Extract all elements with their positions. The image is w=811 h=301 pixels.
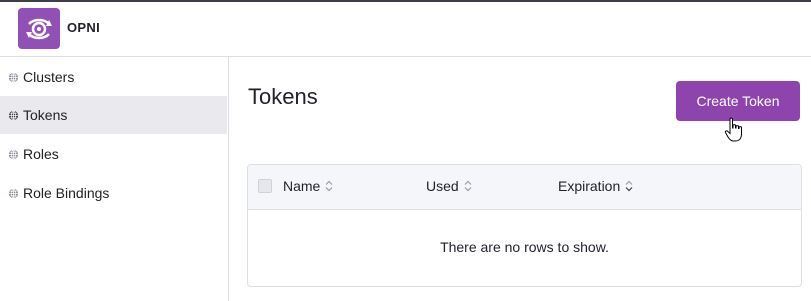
globe-icon [8, 149, 19, 159]
globe-icon [8, 72, 19, 82]
hand-pointer-icon [724, 117, 742, 142]
column-header-expiration[interactable]: Expiration [558, 178, 633, 194]
sidebar-item-tokens[interactable]: Tokens [0, 96, 227, 134]
sort-icon [625, 180, 633, 192]
sort-icon [464, 180, 472, 192]
brand-name: OPNI [67, 20, 100, 35]
globe-icon [8, 188, 19, 198]
tokens-table: Name Used Expiration There are no rows t… [247, 164, 802, 287]
sidebar-item-label: Clusters [23, 69, 75, 85]
eye-sync-logo-icon [26, 18, 52, 39]
create-token-button[interactable]: Create Token [676, 81, 800, 121]
app-logo[interactable] [18, 8, 60, 49]
sidebar: Clusters Tokens Roles Role Bindings [0, 57, 229, 301]
sidebar-item-roles[interactable]: Roles [0, 135, 227, 173]
sort-icon [325, 180, 333, 192]
table-header: Name Used Expiration [248, 165, 801, 210]
sidebar-item-label: Role Bindings [23, 185, 110, 201]
sidebar-item-label: Roles [23, 146, 59, 162]
sidebar-item-label: Tokens [23, 107, 68, 123]
select-all-checkbox[interactable] [258, 179, 272, 193]
app-header: OPNI [0, 2, 811, 57]
column-header-used[interactable]: Used [426, 178, 472, 194]
column-header-name[interactable]: Name [283, 178, 333, 194]
sidebar-item-role-bindings[interactable]: Role Bindings [0, 174, 227, 212]
globe-icon [8, 110, 19, 120]
page-title: Tokens [248, 84, 318, 109]
empty-table-message: There are no rows to show. [440, 239, 609, 255]
sidebar-item-clusters[interactable]: Clusters [0, 58, 227, 96]
